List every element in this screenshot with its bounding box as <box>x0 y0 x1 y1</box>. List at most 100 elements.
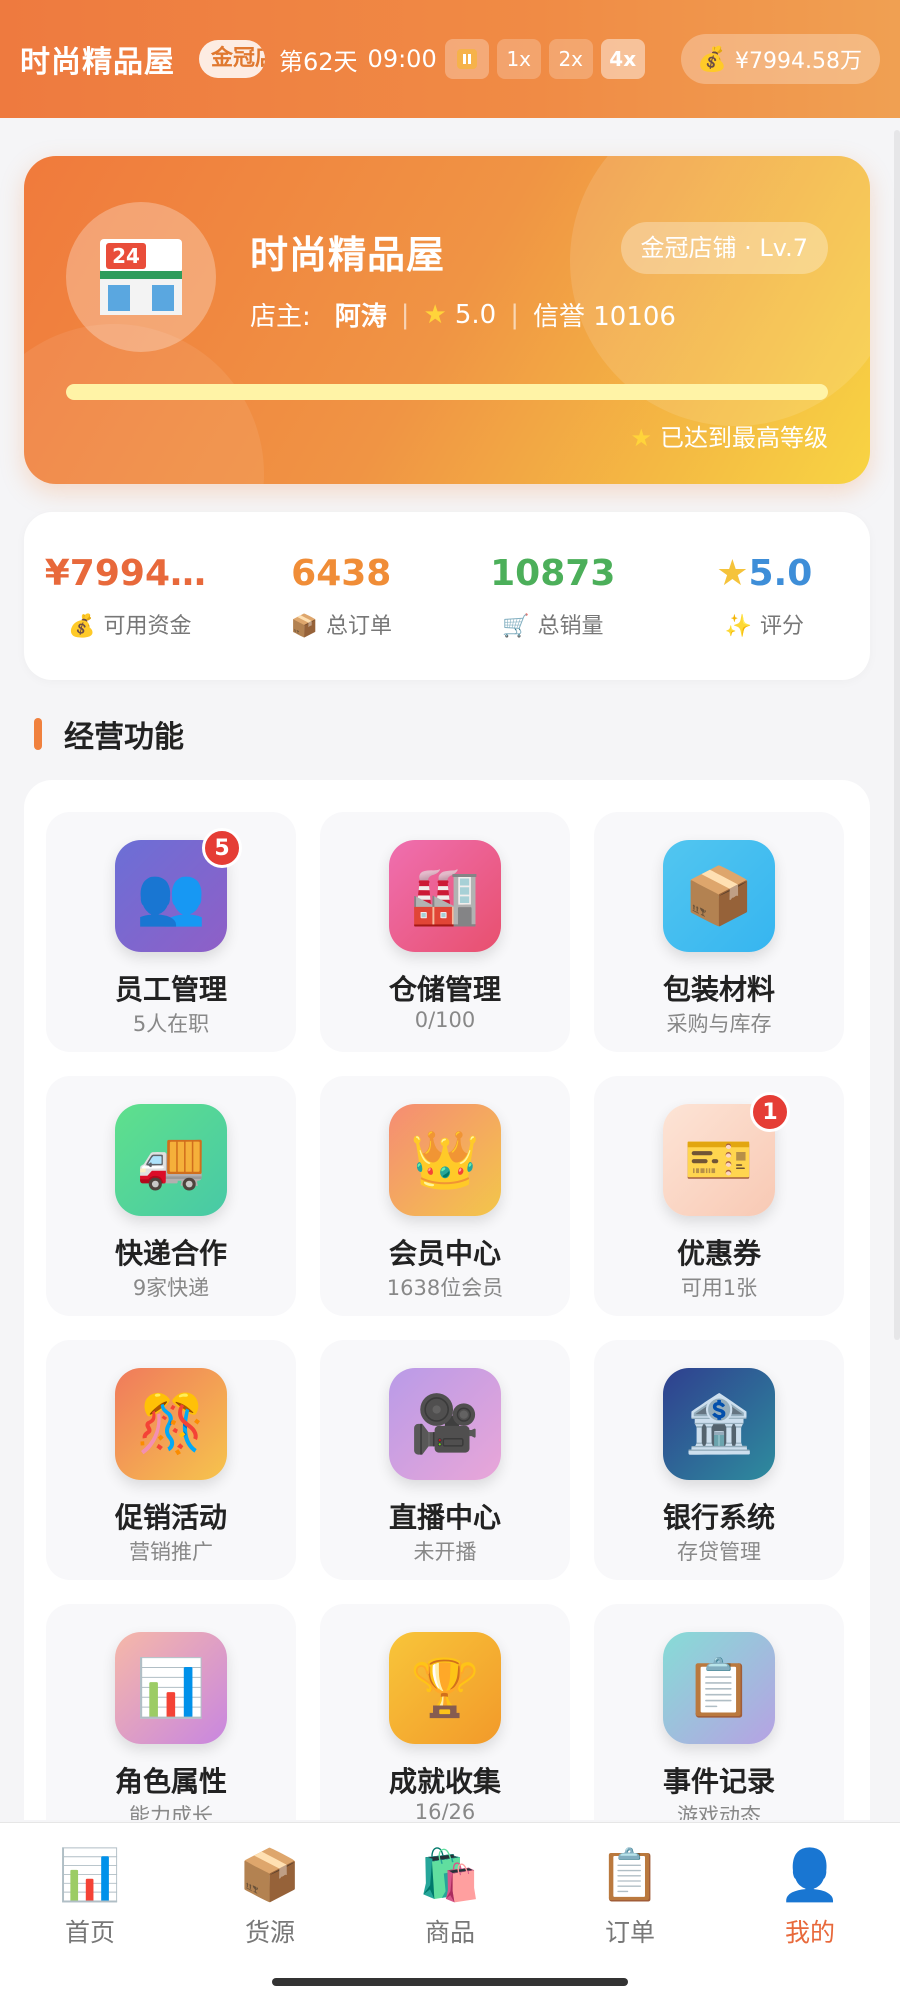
feature-tile[interactable]: 🏦 银行系统存贷管理 <box>594 1340 844 1580</box>
package-icon: 📦 <box>663 840 775 952</box>
feature-subtitle: 采购与库存 <box>666 1012 772 1036</box>
feature-tile[interactable]: 🏆 成就收集 16/26 <box>320 1604 570 1820</box>
owner-label: 店主: <box>250 302 311 332</box>
shop-meta: 店主: 阿涛 | ★ 5.0 | 信誉 10106 <box>250 296 676 333</box>
confetti-icon: 🎊 <box>115 1368 227 1480</box>
game-day: 第62天 <box>279 47 358 76</box>
level-chip: 金冠店铺 <box>199 40 265 78</box>
feature-subtitle: 0/100 <box>414 1008 476 1032</box>
orders-label: 总订单 <box>325 613 392 639</box>
feature-panel: 👥 5 员工管理 5人在职 🏭 仓储管理 0/100 📦 包装材料 采购与库存 🚚 快递合作 9家快递 👑… <box>24 780 870 1820</box>
shop-profile-card: 24 时尚精品屋 金冠店铺 · Lv.7 店主: 阿涛 | ★ 5.0 | 信誉… <box>24 156 870 484</box>
speed-1x-button[interactable]: 1x <box>496 39 541 79</box>
feature-tile[interactable]: 👥 5 员工管理 5人在职 <box>46 812 296 1052</box>
nav-item[interactable]: 📋 订单 <box>540 1823 720 2000</box>
feature-title: 直播中心 <box>388 1501 501 1534</box>
feature-subtitle: 营销推广 <box>129 1540 213 1564</box>
feature-tile[interactable]: 🚚 快递合作 9家快递 <box>46 1076 296 1316</box>
crown-icon: 👑 <box>389 1104 501 1216</box>
pause-button[interactable] <box>444 39 489 79</box>
nav-label: 首页 <box>64 1918 115 1947</box>
trophy-icon: 🏆 <box>389 1632 501 1744</box>
funds-label: 可用资金 <box>103 613 192 639</box>
feature-title: 员工管理 <box>114 973 227 1006</box>
orders-value: 6438 <box>291 552 392 594</box>
user-icon: 👤 <box>778 1846 842 1904</box>
money-chip[interactable]: 💰 ¥7994.58万 <box>681 34 880 84</box>
feature-tile[interactable]: 🎫 1 优惠券 可用1张 <box>594 1076 844 1316</box>
feature-title: 成就收集 <box>388 1765 501 1798</box>
feature-title: 快递合作 <box>114 1237 227 1270</box>
feature-tile[interactable]: 🎥 直播中心未开播 <box>320 1340 570 1580</box>
rating-value: 5.0 <box>748 552 813 594</box>
shopping-bags-icon: 🛍️ <box>418 1846 482 1904</box>
nav-label: 订单 <box>604 1918 655 1947</box>
feature-subtitle: 未开播 <box>413 1540 477 1564</box>
scrollbar[interactable] <box>894 130 900 1340</box>
max-level-note: ★ 已达到最高等级 <box>630 418 828 453</box>
package-icon: 📦 <box>238 1846 302 1904</box>
nav-item[interactable]: 🛍️ 商品 <box>360 1823 540 2000</box>
stat-rating[interactable]: ★5.0 ✨ 评分 <box>659 553 871 640</box>
feature-title: 银行系统 <box>662 1501 775 1534</box>
funds-value: ¥7994.... <box>44 552 215 594</box>
feature-subtitle: 1638位会员 <box>386 1276 504 1300</box>
nav-label: 我的 <box>784 1918 835 1947</box>
feature-tile[interactable]: 🎊 促销活动营销推广 <box>46 1340 296 1580</box>
feature-subtitle: 存贷管理 <box>677 1540 761 1564</box>
money-bag-icon: 💰 <box>697 45 728 73</box>
stats-card: ¥7994.... 💰 可用资金 6438 📦 总订单 10873 🛒 总销量 ★5.… <box>24 512 870 680</box>
feature-title: 会员中心 <box>388 1237 501 1270</box>
star-icon: ★ <box>716 552 749 594</box>
nav-item[interactable]: 📦 货源 <box>180 1823 360 2000</box>
feature-subtitle: 16/26 <box>414 1800 476 1820</box>
sales-label: 总销量 <box>537 613 604 639</box>
feature-title: 优惠券 <box>676 1237 761 1270</box>
stat-sales[interactable]: 10873 🛒 总销量 <box>447 553 659 640</box>
section-title: 经营功能 <box>64 720 184 755</box>
stat-funds[interactable]: ¥7994.... 💰 可用资金 <box>24 553 236 640</box>
section-accent-bar <box>34 718 42 750</box>
clipboard-icon: 📋 <box>598 1846 662 1904</box>
package-icon: 📦 <box>290 613 318 639</box>
stat-orders[interactable]: 6438 📦 总订单 <box>236 553 448 640</box>
top-bar: 时尚精品屋 金冠店铺 第62天 09:00 1x 2x 4x 💰 ¥7994.5… <box>0 0 900 118</box>
feature-title: 角色属性 <box>114 1765 227 1798</box>
feature-tile[interactable]: 📦 包装材料 采购与库存 <box>594 812 844 1052</box>
game-time: 09:00 <box>367 45 437 73</box>
feature-tile[interactable]: 👑 会员中心 1638位会员 <box>320 1076 570 1316</box>
feature-tile[interactable]: 🏭 仓储管理 0/100 <box>320 812 570 1052</box>
speed-4x-button[interactable]: 4x <box>600 39 645 79</box>
notification-badge: 5 <box>202 828 242 868</box>
convenience-store-icon: 24 <box>100 239 182 315</box>
shop-avatar[interactable]: 24 <box>66 202 216 352</box>
notification-badge: 1 <box>750 1092 790 1132</box>
store-sign: 24 <box>106 243 146 269</box>
bar-chart-icon: 📊 <box>115 1632 227 1744</box>
feature-subtitle: 5人在职 <box>132 1012 210 1036</box>
feature-grid: 👥 5 员工管理 5人在职 🏭 仓储管理 0/100 📦 包装材料 采购与库存 🚚 快递合作 9家快递 👑… <box>46 812 844 1820</box>
star-icon: ★ <box>630 424 652 452</box>
clipboard-icon: 📋 <box>663 1632 775 1744</box>
bottom-nav: 📊 首页 📦 货源 🛍️ 商品 📋 订单 👤 我的 <box>0 1822 900 2000</box>
shop-level-badge: 金冠店铺 · Lv.7 <box>620 222 828 274</box>
feature-title: 促销活动 <box>114 1501 227 1534</box>
factory-icon: 🏭 <box>389 840 501 952</box>
speed-2x-button[interactable]: 2x <box>548 39 593 79</box>
feature-subtitle: 可用1张 <box>680 1276 758 1300</box>
nav-label: 货源 <box>244 1918 295 1947</box>
nav-item[interactable]: 👤 我的 <box>720 1823 900 2000</box>
feature-tile[interactable]: 📋 事件记录 游戏动态 <box>594 1604 844 1820</box>
feature-tile[interactable]: 📊 角色属性 能力成长 <box>46 1604 296 1820</box>
divider: | <box>510 299 519 330</box>
nav-label: 商品 <box>424 1918 475 1947</box>
divider: | <box>400 299 410 330</box>
bank-icon: 🏦 <box>663 1368 775 1480</box>
rating-label: 评分 <box>759 613 804 639</box>
nav-item[interactable]: 📊 首页 <box>0 1823 180 2000</box>
sales-value: 10873 <box>490 552 616 594</box>
feature-title: 仓储管理 <box>388 973 501 1006</box>
shop-rating: 5.0 <box>454 299 497 330</box>
delivery-truck-icon: 🚚 <box>115 1104 227 1216</box>
movie-camera-icon: 🎥 <box>389 1368 501 1480</box>
